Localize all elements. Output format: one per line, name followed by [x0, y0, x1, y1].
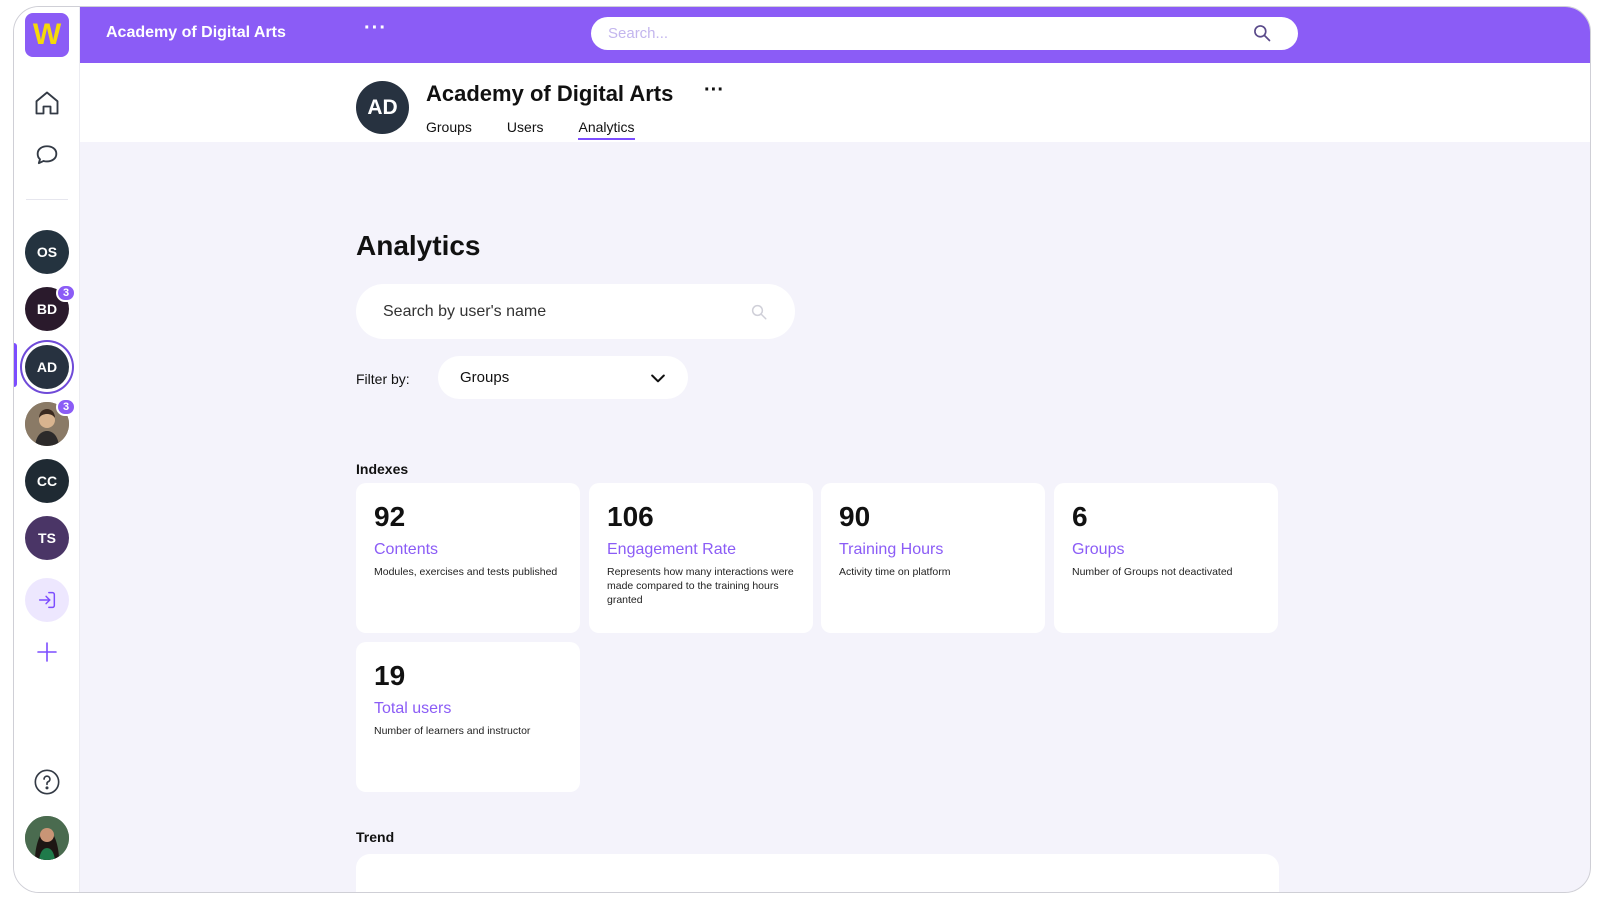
tab-groups[interactable]: Groups	[426, 119, 472, 140]
login-icon	[38, 591, 56, 609]
left-rail: W OS BD 3 AD 3 CC TS	[14, 7, 80, 892]
trend-panel	[356, 854, 1279, 892]
notification-badge: 3	[56, 284, 76, 302]
index-card-training-hours: 90 Training Hours Activity time on platf…	[821, 483, 1045, 633]
top-bar: Academy of Digital Arts ···	[80, 7, 1590, 63]
index-card-total-users: 19 Total users Number of learners and in…	[356, 642, 580, 792]
avatar-initials: BD	[36, 301, 58, 317]
filter-dropdown[interactable]: Groups	[438, 356, 688, 399]
org-header-avatar: AD	[356, 81, 409, 134]
topbar-org-title: Academy of Digital Arts	[106, 24, 286, 41]
card-description: Modules, exercises and tests published	[374, 566, 558, 578]
home-icon[interactable]	[31, 87, 63, 119]
active-indicator	[14, 343, 17, 387]
tab-users[interactable]: Users	[507, 119, 544, 140]
card-description: Represents how many interactions were ma…	[607, 566, 794, 606]
org-avatar-cc[interactable]: CC	[25, 459, 69, 503]
card-value: 6	[1072, 501, 1088, 532]
help-icon[interactable]	[31, 766, 63, 798]
trend-section-label: Trend	[356, 829, 395, 845]
tab-analytics[interactable]: Analytics	[578, 119, 635, 140]
rail-divider	[26, 199, 68, 200]
user-photo-icon	[25, 816, 69, 860]
org-avatar-ad[interactable]: AD	[25, 345, 69, 389]
chevron-down-icon	[651, 374, 665, 383]
chat-icon[interactable]	[31, 139, 63, 171]
org-avatar-ts[interactable]: TS	[25, 516, 69, 560]
avatar-initials: OS	[36, 244, 58, 260]
org-header-title: Academy of Digital Arts	[426, 81, 674, 106]
card-value: 92	[374, 501, 406, 532]
app-logo[interactable]: W	[25, 13, 69, 57]
org-avatar-os[interactable]: OS	[25, 230, 69, 274]
org-more-button[interactable]: ···	[704, 79, 724, 102]
org-tabs: Groups Users Analytics	[426, 119, 635, 140]
card-label: Total users	[374, 700, 452, 717]
card-description: Number of Groups not deactivated	[1072, 566, 1233, 578]
avatar-initials: AD	[36, 359, 58, 375]
page-title: Analytics	[356, 230, 481, 261]
search-icon[interactable]	[1252, 23, 1272, 43]
join-org-button[interactable]	[25, 578, 69, 622]
filter-label: Filter by:	[356, 371, 410, 387]
card-label: Engagement Rate	[607, 541, 736, 558]
avatar-initials: TS	[38, 530, 56, 546]
avatar-initials: CC	[36, 473, 58, 489]
index-card-engagement-rate: 106 Engagement Rate Represents how many …	[589, 483, 813, 633]
card-label: Groups	[1072, 541, 1125, 558]
app-window: W OS BD 3 AD 3 CC TS Academy of Digital …	[13, 6, 1591, 893]
card-description: Activity time on platform	[839, 566, 951, 578]
plus-icon	[37, 642, 57, 662]
global-search-input[interactable]	[591, 17, 1298, 50]
indexes-section-label: Indexes	[356, 461, 409, 477]
card-description: Number of learners and instructor	[374, 725, 531, 737]
card-value: 19	[374, 660, 406, 691]
card-value: 90	[839, 501, 871, 532]
card-label: Contents	[374, 541, 439, 558]
user-search-input[interactable]	[356, 284, 795, 339]
filter-selected-value: Groups	[460, 369, 510, 386]
add-org-button[interactable]	[31, 636, 63, 668]
org-header: AD Academy of Digital Arts ··· Groups Us…	[80, 63, 1590, 142]
topbar-more-button[interactable]: ···	[364, 17, 387, 40]
index-card-groups: 6 Groups Number of Groups not deactivate…	[1054, 483, 1278, 633]
card-value: 106	[607, 501, 654, 532]
user-search-box	[356, 284, 795, 339]
index-card-contents: 92 Contents Modules, exercises and tests…	[356, 483, 580, 633]
current-user-avatar[interactable]	[25, 816, 69, 860]
notification-badge: 3	[56, 398, 76, 416]
search-icon	[751, 304, 767, 320]
card-label: Training Hours	[839, 541, 944, 558]
main-content: Analytics Filter by: Groups Indexes 92 C…	[80, 142, 1590, 892]
